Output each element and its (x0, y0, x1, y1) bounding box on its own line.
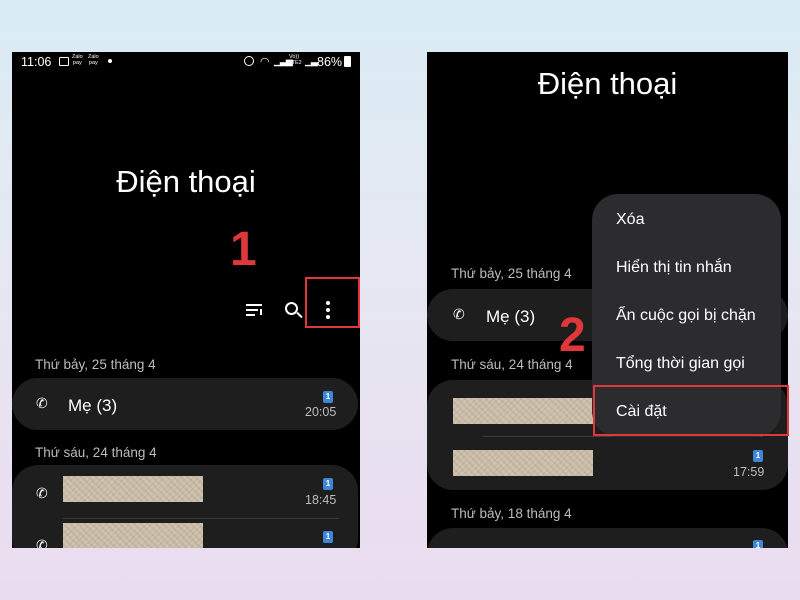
menu-item-show-messages[interactable]: Hiển thị tin nhắn (616, 259, 732, 277)
section-header: Thứ bảy, 18 tháng 4 (451, 506, 572, 521)
redacted-contact-name (453, 398, 593, 424)
sim-badge: 1 (753, 540, 763, 548)
battery-icon (344, 56, 351, 67)
section-header: Thứ sáu, 24 tháng 4 (451, 357, 573, 372)
battery-percentage: 86% (317, 55, 343, 69)
section-header: Thứ sáu, 24 tháng 4 (35, 445, 157, 460)
step-number: 2 (559, 309, 586, 362)
volte-icon: Vo)) LTE2 (289, 54, 302, 66)
contact-name: Mẹ (3) (486, 307, 536, 326)
menu-item-hide-blocked-calls[interactable]: Ẩn cuộc gọi bị chặn (616, 307, 756, 325)
highlight-box-more-options (305, 277, 360, 328)
redacted-contact-name (63, 476, 203, 502)
section-header: Thứ bảy, 25 tháng 4 (35, 357, 156, 372)
status-time: 11:06 (21, 55, 52, 69)
highlight-box-settings (593, 385, 789, 436)
call-log-card[interactable]: 1 (427, 528, 788, 548)
zalo-pay-icon: Zalo pay (88, 54, 99, 66)
call-time: 20:05 (305, 405, 337, 419)
incoming-call-icon: ✆ (36, 395, 48, 411)
zalo-pay-icon: Zalo pay (72, 54, 83, 66)
sim-badge: 1 (753, 450, 763, 462)
incoming-call-icon: ✆ (36, 485, 48, 501)
filter-icon[interactable] (246, 302, 264, 318)
gallery-icon (59, 57, 69, 66)
call-time: 17:59 (733, 465, 765, 479)
wifi-icon: ◠ (260, 56, 270, 68)
redacted-contact-name (453, 450, 593, 476)
menu-item-delete[interactable]: Xóa (616, 211, 644, 229)
sim-badge: 1 (323, 478, 333, 490)
call-log-card[interactable]: ✆ Mẹ (3) 1 20:05 (12, 378, 358, 430)
redacted-contact-name (63, 523, 203, 548)
app-title: Điện thoại (537, 66, 678, 101)
step-number: 1 (230, 223, 257, 276)
alarm-icon (244, 56, 254, 66)
incoming-call-icon: ✆ (453, 306, 465, 322)
contact-name: Mẹ (3) (68, 396, 118, 415)
search-icon[interactable] (285, 302, 303, 320)
right-phone-screen: Điện thoại Thứ bảy, 25 tháng 4 ✆ Mẹ (3) … (427, 52, 788, 548)
menu-item-total-call-time[interactable]: Tổng thời gian gọi (616, 355, 745, 373)
status-bar: 11:06 Zalo pay Zalo pay ◠ ▁▃▅ Vo)) LTE2 … (12, 52, 360, 72)
row-divider (63, 518, 339, 519)
signal-icon: ▁▃ (305, 56, 318, 66)
section-header: Thứ bảy, 25 tháng 4 (451, 266, 572, 281)
call-log-card: ✆ 1 18:45 ✆ 1 (12, 465, 358, 548)
notification-dot-icon (108, 59, 112, 63)
call-time: 18:45 (305, 493, 337, 507)
app-title: Điện thoại (116, 164, 256, 199)
sim-badge: 1 (323, 391, 333, 403)
sim-badge: 1 (323, 531, 333, 543)
incoming-call-icon: ✆ (36, 537, 48, 548)
